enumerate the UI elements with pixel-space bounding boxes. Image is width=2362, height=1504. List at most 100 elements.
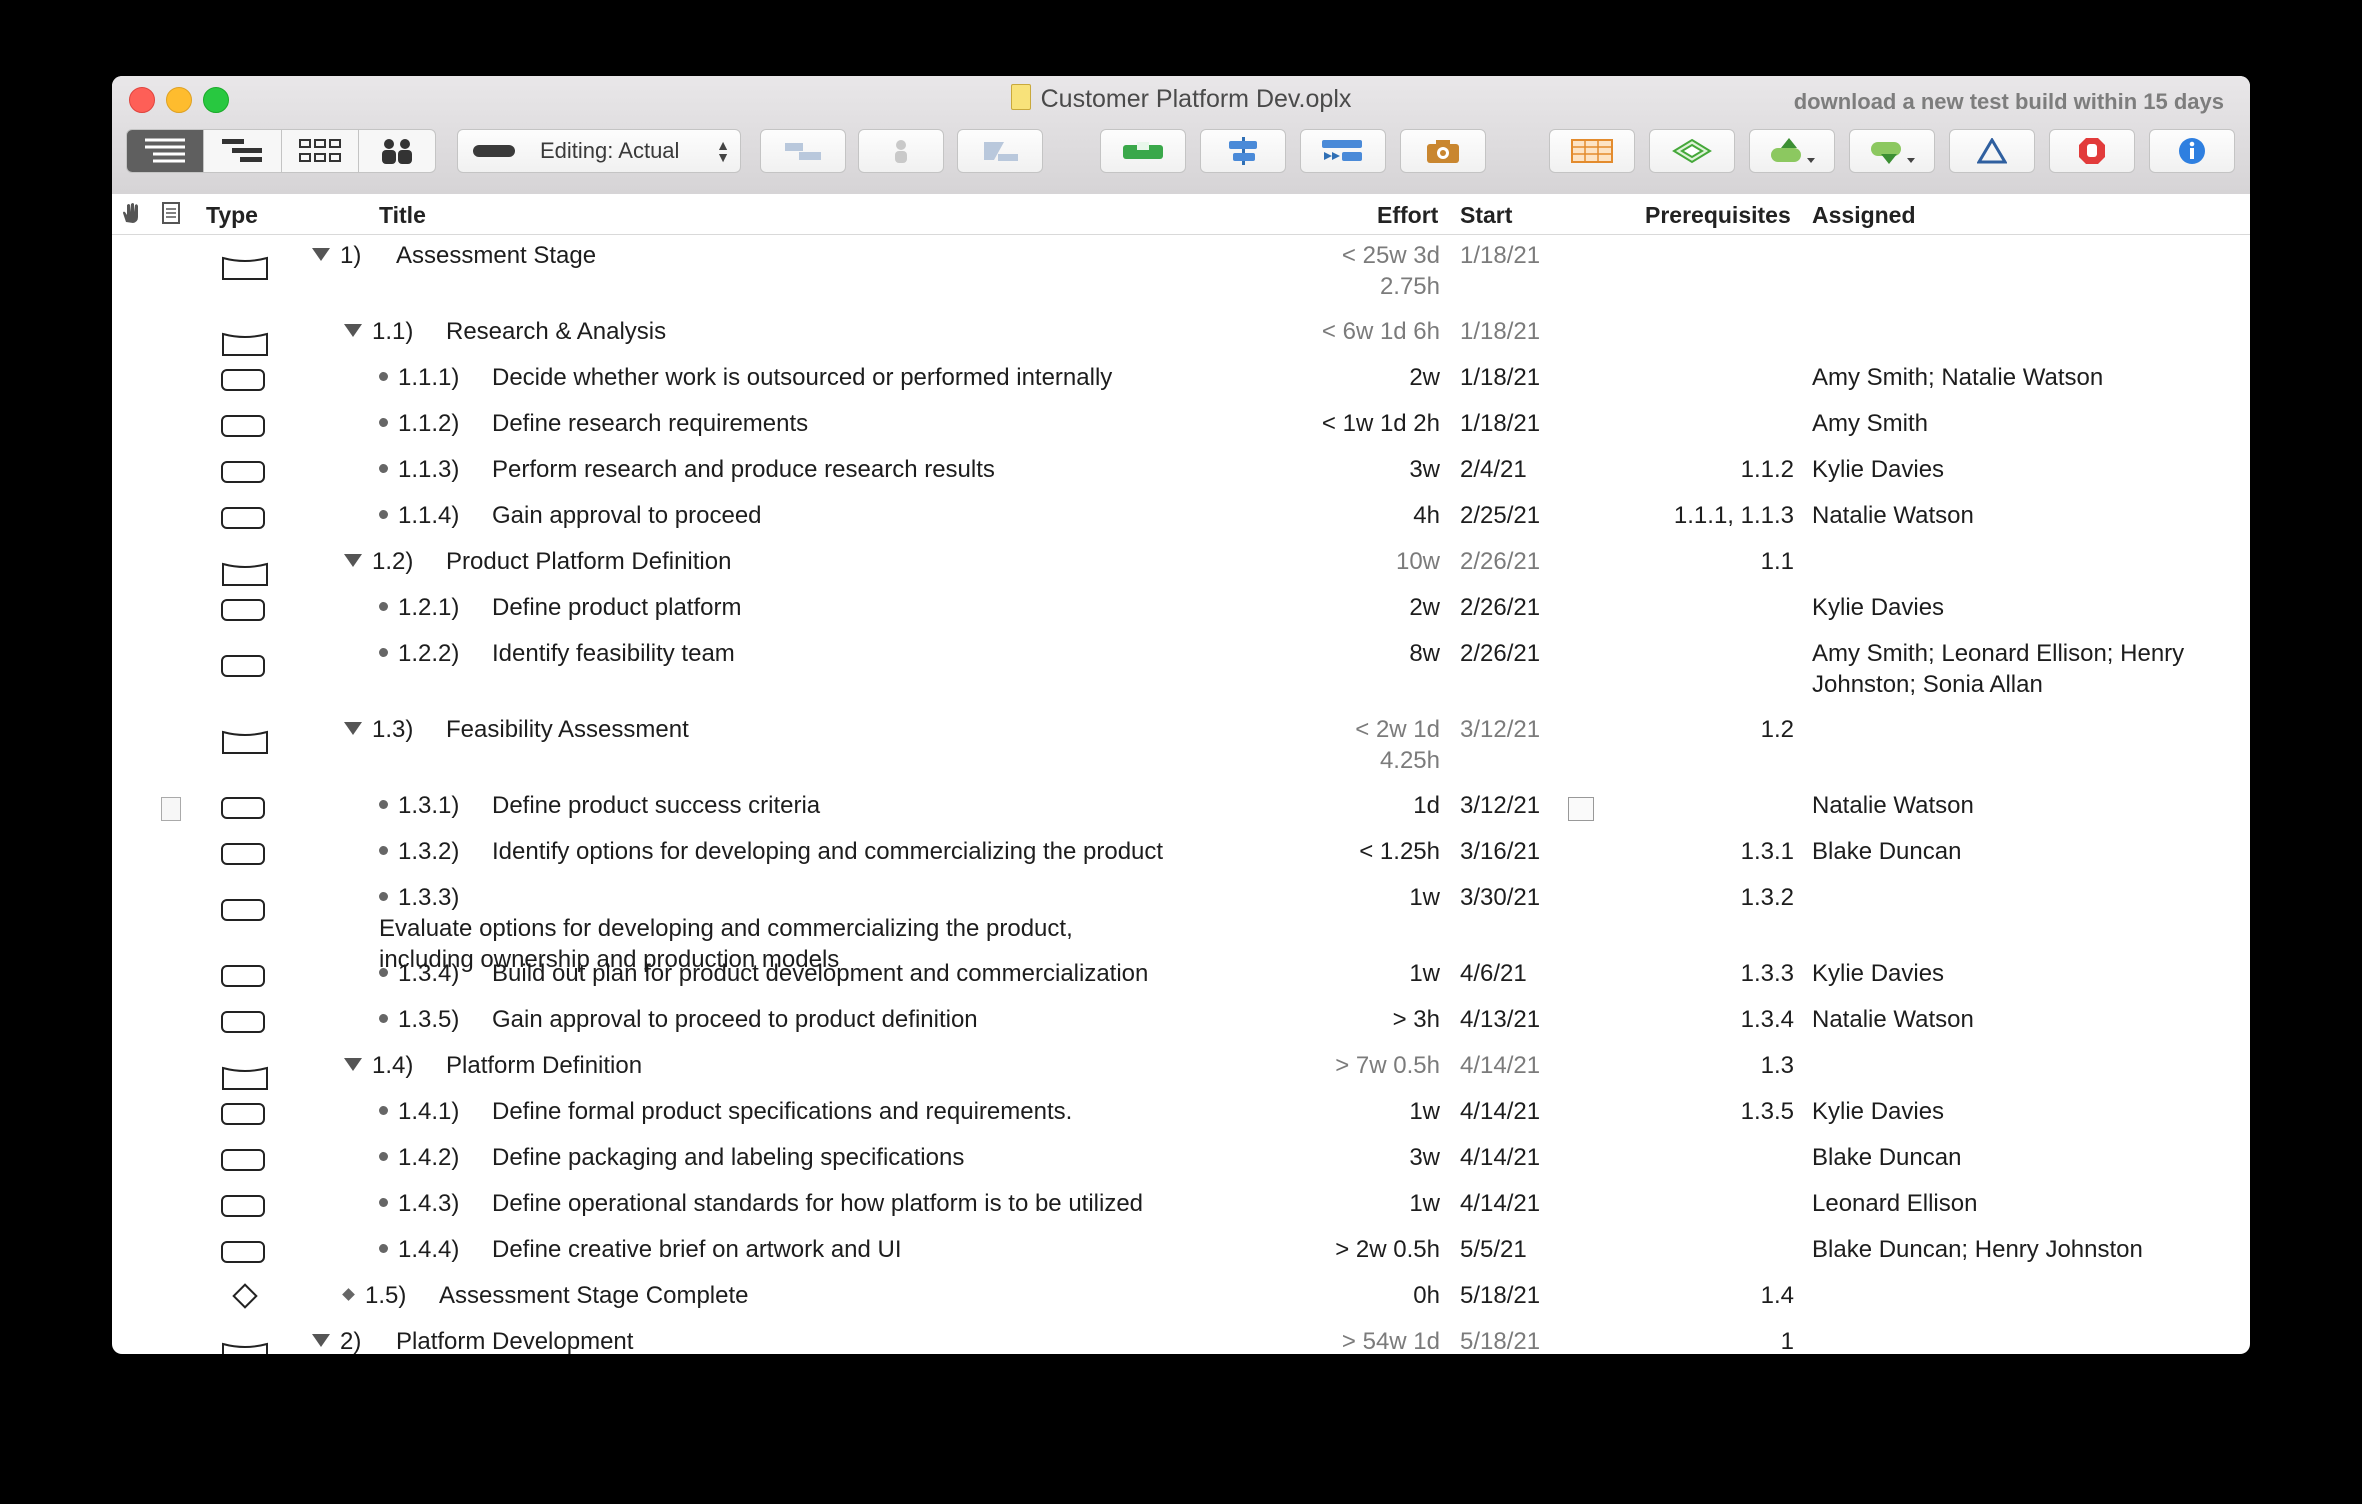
- effort-cell[interactable]: 1w: [1200, 1096, 1440, 1127]
- group-row[interactable]: 1.4) Platform Definition > 7w 0.5h 4/14/21 1…: [112, 1045, 2250, 1091]
- effort-cell[interactable]: < 2w 1d 4.25h: [1310, 714, 1440, 776]
- task-title[interactable]: 1.3.4) Build out plan for product develop…: [379, 958, 1239, 989]
- task-row[interactable]: 1.1.3) Perform research and produce resea…: [112, 449, 2250, 495]
- assigned-cell[interactable]: Kylie Davies: [1812, 454, 2232, 485]
- prerequisites-cell[interactable]: 1.3: [1594, 1050, 1794, 1081]
- task-row[interactable]: 1.2.1) Define product platform 2w 2/26/21 Ky…: [112, 587, 2250, 633]
- task-title[interactable]: 1.1) Research & Analysis: [344, 316, 1204, 347]
- assigned-cell[interactable]: Blake Duncan: [1812, 1142, 2232, 1173]
- snapshot-button[interactable]: [1400, 129, 1486, 173]
- task-row[interactable]: 1.3.3)Evaluate options for developing an…: [112, 877, 2250, 973]
- task-title[interactable]: 1.2.2) Identify feasibility team: [379, 638, 1239, 669]
- task-row[interactable]: 1.3.5) Gain approval to proceed to produc…: [112, 999, 2250, 1045]
- assigned-cell[interactable]: Kylie Davies: [1812, 958, 2232, 989]
- level-button[interactable]: [1100, 129, 1186, 173]
- task-row[interactable]: 1.1.4) Gain approval to proceed 4h 2/25/21 1…: [112, 495, 2250, 541]
- effort-cell[interactable]: > 54w 1d: [1200, 1326, 1440, 1354]
- prerequisites-cell[interactable]: 1.1: [1594, 546, 1794, 577]
- prerequisites-cell[interactable]: 1.1.2: [1594, 454, 1794, 485]
- start-cell[interactable]: 3/12/21: [1460, 714, 1540, 745]
- start-cell[interactable]: 4/14/21: [1460, 1188, 1540, 1219]
- violations-button[interactable]: [1949, 129, 2035, 173]
- disclosure-triangle-icon[interactable]: [312, 248, 330, 261]
- group-row[interactable]: 2) Platform Development > 54w 1d 5/18/21 1: [112, 1321, 2250, 1354]
- start-column-header[interactable]: Start: [1460, 202, 1512, 229]
- task-title[interactable]: 1.4.4) Define creative brief on artwork a…: [379, 1234, 1239, 1265]
- effort-cell[interactable]: > 2w 0.5h: [1200, 1234, 1440, 1265]
- import-button[interactable]: [1849, 129, 1935, 173]
- effort-cell[interactable]: < 25w 3d 2.75h: [1310, 240, 1440, 302]
- task-title[interactable]: 1.3.2) Identify options for developing an…: [379, 836, 1239, 867]
- prerequisites-cell[interactable]: 1.4: [1594, 1280, 1794, 1311]
- effort-cell[interactable]: 1w: [1200, 958, 1440, 989]
- task-title[interactable]: 1.1.4) Gain approval to proceed: [379, 500, 1239, 531]
- editing-mode-select[interactable]: Editing: Actual ▲ ▼: [457, 129, 741, 173]
- assign-resource-button[interactable]: [858, 129, 944, 173]
- effort-cell[interactable]: < 1.25h: [1200, 836, 1440, 867]
- priority-column-icon[interactable]: [120, 202, 142, 230]
- center-tasks-button[interactable]: [1200, 129, 1286, 173]
- start-cell[interactable]: 4/6/21: [1460, 958, 1527, 989]
- start-cell[interactable]: 4/14/21: [1460, 1142, 1540, 1173]
- prerequisites-cell[interactable]: 1.1.1, 1.1.3: [1594, 500, 1794, 531]
- disclosure-triangle-icon[interactable]: [312, 1334, 330, 1347]
- spreadsheet-export-button[interactable]: [1549, 129, 1635, 173]
- assigned-cell[interactable]: Blake Duncan: [1812, 836, 2232, 867]
- disclosure-triangle-icon[interactable]: [344, 324, 362, 337]
- start-cell[interactable]: 2/25/21: [1460, 500, 1540, 531]
- start-cell[interactable]: 5/5/21: [1460, 1234, 1527, 1265]
- start-cell[interactable]: 4/14/21: [1460, 1096, 1540, 1127]
- task-row[interactable]: 1.2.2) Identify feasibility team 8w 2/26/21…: [112, 633, 2250, 709]
- effort-cell[interactable]: 2w: [1200, 592, 1440, 623]
- effort-column-header[interactable]: Effort: [1377, 202, 1438, 229]
- effort-cell[interactable]: 1w: [1200, 882, 1440, 913]
- task-row[interactable]: 1.3.2) Identify options for developing an…: [112, 831, 2250, 877]
- assigned-cell[interactable]: Leonard Ellison: [1812, 1188, 2232, 1219]
- row-note-icon[interactable]: [161, 797, 181, 821]
- effort-cell[interactable]: < 6w 1d 6h: [1200, 316, 1440, 347]
- start-cell[interactable]: 1/18/21: [1460, 240, 1540, 271]
- effort-cell[interactable]: 10w: [1200, 546, 1440, 577]
- task-row[interactable]: 1.1.1) Decide whether work is outsourced …: [112, 357, 2250, 403]
- assigned-cell[interactable]: Blake Duncan; Henry Johnston: [1812, 1234, 2232, 1265]
- effort-cell[interactable]: 2w: [1200, 362, 1440, 393]
- task-row[interactable]: 1.3.4) Build out plan for product develop…: [112, 953, 2250, 999]
- prerequisites-cell[interactable]: 1.3.5: [1594, 1096, 1794, 1127]
- prerequisites-column-header[interactable]: Prerequisites: [1645, 202, 1791, 229]
- disclosure-triangle-icon[interactable]: [344, 1058, 362, 1071]
- task-row[interactable]: 1.4.2) Define packaging and labeling spec…: [112, 1137, 2250, 1183]
- task-title[interactable]: 1) Assessment Stage: [312, 240, 1172, 271]
- task-title[interactable]: 1.3.1) Define product success criteria: [379, 790, 1239, 821]
- start-cell[interactable]: 5/18/21: [1460, 1326, 1540, 1354]
- effort-cell[interactable]: 1d: [1200, 790, 1440, 821]
- prerequisites-cell[interactable]: 1.3.2: [1594, 882, 1794, 913]
- effort-cell[interactable]: 3w: [1200, 454, 1440, 485]
- assigned-cell[interactable]: Kylie Davies: [1812, 1096, 2232, 1127]
- start-cell[interactable]: 4/13/21: [1460, 1004, 1540, 1035]
- assigned-cell[interactable]: Natalie Watson: [1812, 500, 2232, 531]
- effort-cell[interactable]: 1w: [1200, 1188, 1440, 1219]
- task-title[interactable]: 1.4) Platform Definition: [344, 1050, 1204, 1081]
- task-title[interactable]: 1.1.2) Define research requirements: [379, 408, 1239, 439]
- assigned-cell[interactable]: Kylie Davies: [1812, 592, 2232, 623]
- split-task-button[interactable]: [957, 129, 1043, 173]
- assigned-cell[interactable]: Natalie Watson: [1812, 790, 2232, 821]
- baseline-button[interactable]: [1649, 129, 1735, 173]
- start-cell[interactable]: 2/26/21: [1460, 638, 1540, 669]
- prerequisites-cell[interactable]: 1.3.4: [1594, 1004, 1794, 1035]
- gantt-view-button[interactable]: [204, 130, 282, 172]
- connect-tasks-button[interactable]: [760, 129, 846, 173]
- publish-button[interactable]: [1749, 129, 1835, 173]
- task-row[interactable]: 1.4.4) Define creative brief on artwork a…: [112, 1229, 2250, 1275]
- task-title[interactable]: 1.2) Product Platform Definition: [344, 546, 1204, 577]
- start-cell[interactable]: 5/18/21: [1460, 1280, 1540, 1311]
- start-cell[interactable]: 2/26/21: [1460, 546, 1540, 577]
- start-cell[interactable]: 2/4/21: [1460, 454, 1527, 485]
- effort-cell[interactable]: 3w: [1200, 1142, 1440, 1173]
- task-title[interactable]: 1.4.2) Define packaging and labeling spec…: [379, 1142, 1239, 1173]
- prerequisites-cell[interactable]: 1.2: [1594, 714, 1794, 745]
- type-column-header[interactable]: Type: [206, 202, 258, 229]
- effort-cell[interactable]: 4h: [1200, 500, 1440, 531]
- task-row[interactable]: 1.4.3) Define operational standards for h…: [112, 1183, 2250, 1229]
- note-column-icon[interactable]: [162, 202, 180, 230]
